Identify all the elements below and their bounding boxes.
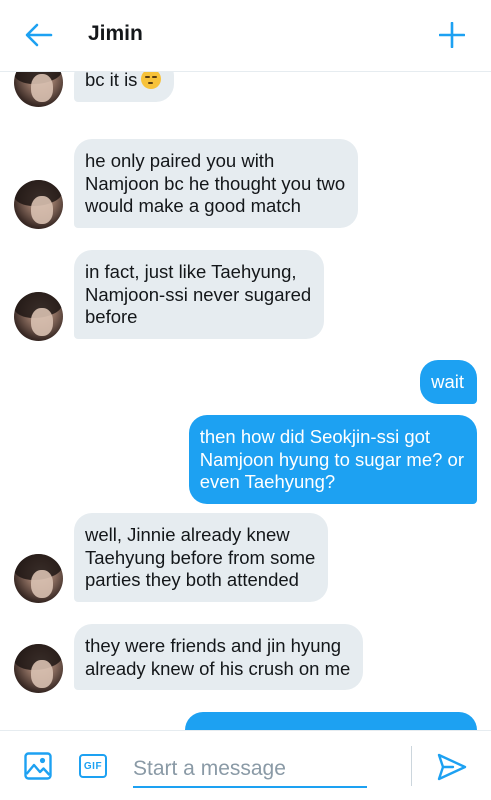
- message-text: he only paired you with: [85, 150, 275, 171]
- message-bubble-incoming[interactable]: they were friends and jin hyung already …: [74, 624, 364, 690]
- plus-icon: [439, 22, 465, 48]
- message-thread[interactable]: bc it is he only paired you with Namjoon…: [0, 72, 491, 730]
- message-text: would make a good match: [85, 195, 301, 216]
- conversation-title: Jimin: [88, 22, 143, 45]
- composer-divider: [411, 746, 412, 786]
- message-bubble-incoming[interactable]: well, Jinnie already knew Taehyung befor…: [74, 513, 329, 602]
- message-bubble-incoming[interactable]: he only paired you with Namjoon bc he th…: [74, 139, 359, 228]
- message-text: wait: [431, 371, 464, 392]
- message-input[interactable]: [133, 753, 367, 785]
- message-text: already knew of his crush on me: [85, 657, 351, 679]
- input-underline: [133, 786, 367, 788]
- message-text: Namjoon hyung to sugar me? or: [199, 448, 464, 470]
- pensive-face-emoji-icon: [141, 72, 162, 89]
- message-text: Namjoon bc he thought you two: [85, 172, 346, 194]
- message-text: Taehyung before from some: [85, 546, 316, 568]
- send-icon: [437, 753, 467, 781]
- message-text: then how did Seokjin-ssi got: [199, 426, 431, 447]
- send-button[interactable]: [437, 753, 467, 781]
- message-bubble-incoming[interactable]: bc it is: [74, 72, 175, 102]
- message-bubble-incoming[interactable]: in fact, just like Taehyung, Namjoon-ssi…: [74, 250, 325, 339]
- gif-button[interactable]: GIF: [79, 754, 107, 778]
- avatar[interactable]: [14, 292, 63, 341]
- back-button[interactable]: [22, 18, 56, 52]
- message-bubble-outgoing[interactable]: [185, 712, 477, 730]
- message-composer: GIF: [0, 730, 491, 800]
- message-text: parties they both attended: [85, 569, 299, 590]
- message-text: they were friends and jin hyung: [85, 635, 342, 656]
- arrow-left-icon: [25, 23, 53, 47]
- message-bubble-outgoing[interactable]: wait: [420, 360, 477, 404]
- message-text: even Taehyung?: [199, 471, 336, 492]
- conversation-header: Jimin: [0, 0, 491, 72]
- add-button[interactable]: [435, 18, 469, 52]
- message-bubble-outgoing[interactable]: then how did Seokjin-ssi got Namjoon hyu…: [188, 415, 477, 504]
- image-icon: [24, 752, 52, 780]
- message-text: in fact, just like Taehyung,: [85, 261, 297, 282]
- avatar[interactable]: [14, 644, 63, 693]
- message-text: well, Jinnie already knew: [85, 524, 290, 545]
- avatar[interactable]: [14, 72, 63, 107]
- add-media-button[interactable]: [24, 752, 52, 780]
- message-text: Namjoon-ssi never sugared: [85, 283, 312, 305]
- avatar[interactable]: [14, 180, 63, 229]
- message-text: before: [85, 306, 138, 327]
- message-text: bc it is: [85, 72, 162, 92]
- avatar[interactable]: [14, 554, 63, 603]
